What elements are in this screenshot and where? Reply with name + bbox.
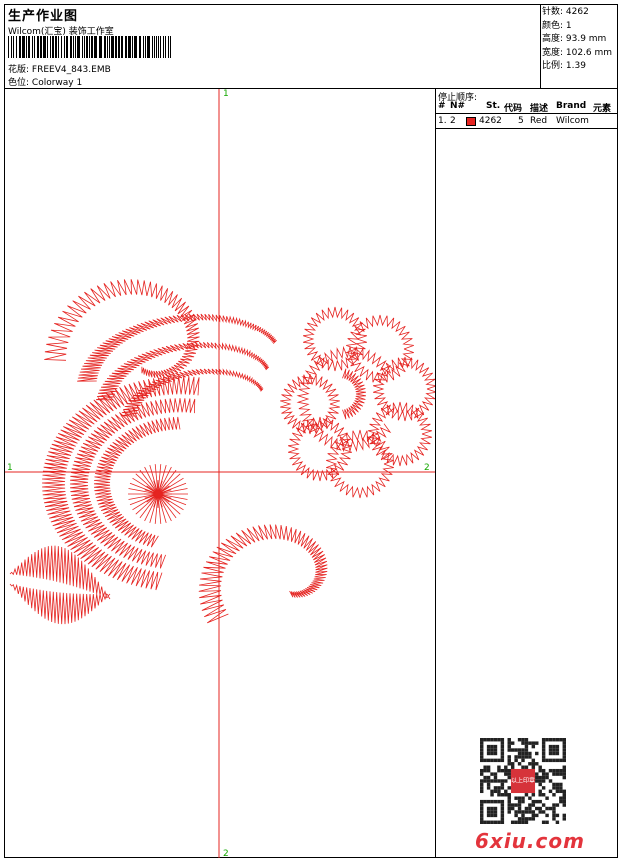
- stats-divider: [540, 4, 541, 88]
- table-header-rule: [435, 113, 618, 114]
- qr-code: 以上印章: [480, 738, 566, 824]
- row-code: 4262: [479, 116, 502, 126]
- guide-label-right: 2: [424, 463, 430, 473]
- stitch-run: [69, 398, 196, 569]
- watermark-text: 6xiu.com: [475, 829, 585, 853]
- row-brand: Wilcom: [556, 116, 589, 126]
- design-line: 花版: FREEV4_843.EMB: [8, 62, 111, 75]
- stitch-run: [96, 341, 270, 401]
- stats-panel: 针数: 4262 颜色: 1 高度: 93.9 mm 宽度: 102.6 mm …: [542, 6, 612, 74]
- row-stitches: 5: [518, 116, 524, 126]
- stitch-run: [9, 583, 111, 625]
- guide-label-top: 1: [223, 89, 229, 99]
- colorway-line: 色位: Colorway 1: [8, 75, 82, 88]
- embroidery-design: [9, 279, 435, 625]
- design-width: 宽度: 102.6 mm: [542, 47, 613, 58]
- svg-text:以上印章: 以上印章: [511, 776, 535, 784]
- barcode: [8, 36, 171, 58]
- col-brand: Brand: [556, 101, 587, 111]
- color-swatch: [466, 117, 476, 126]
- row-index: 1.: [438, 116, 447, 126]
- colorway-name: Colorway 1: [31, 78, 83, 88]
- design-height: 高度: 93.9 mm: [542, 34, 607, 44]
- guide-label-left: 1: [7, 463, 13, 473]
- colorway-label: 色位:: [8, 78, 30, 88]
- stitch-run: [144, 480, 172, 508]
- col-needle: N#: [450, 101, 466, 111]
- stitch-run: [288, 416, 352, 482]
- table-row-rule: [435, 128, 618, 129]
- stitch-run: [120, 368, 264, 417]
- guide-label-bottom: 2: [223, 849, 229, 858]
- design-canvas: 1 1 2 2: [5, 89, 435, 858]
- col-stitches: St.: [486, 101, 501, 111]
- stitch-run: [342, 368, 366, 420]
- color-count: 颜色: 1: [542, 20, 572, 31]
- design-scale: 比例: 1.39: [542, 61, 586, 71]
- row-description: Red: [530, 116, 548, 126]
- stitch-count: 针数: 4262: [542, 7, 589, 17]
- page-title: 生产作业图: [8, 9, 79, 24]
- design-label: 花版:: [8, 65, 30, 75]
- panel-divider: [435, 88, 436, 858]
- stitch-run: [198, 524, 328, 624]
- design-name: FREEV4_843.EMB: [31, 65, 111, 75]
- col-index: #: [438, 101, 446, 111]
- stitch-run: [9, 545, 111, 600]
- row-needle: 2: [450, 116, 456, 126]
- stitch-run: [44, 279, 200, 379]
